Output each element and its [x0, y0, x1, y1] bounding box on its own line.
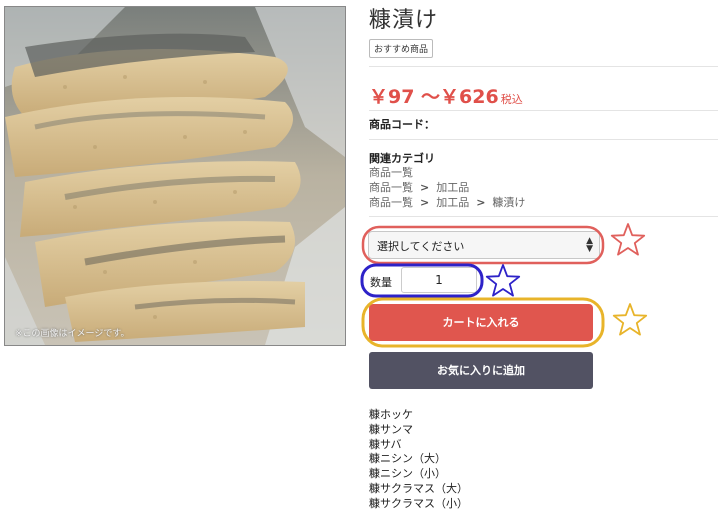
quantity-input[interactable]: 1: [401, 267, 477, 293]
related-product-link[interactable]: 糠ニシン（小）: [369, 467, 468, 482]
gold-star-icon: [612, 303, 648, 336]
recommended-badge: おすすめ商品: [369, 39, 434, 58]
category-link[interactable]: 加工品: [436, 196, 469, 209]
category-link[interactable]: 商品一覧: [369, 181, 413, 194]
related-product-link[interactable]: 糠サクラマス（大）: [369, 482, 468, 497]
image-note: ※この画像はイメージです。: [15, 329, 130, 339]
price: ￥97 ～￥626 税込: [369, 82, 523, 109]
add-to-cart-button[interactable]: カートに入れる: [369, 304, 593, 341]
related-product-link[interactable]: 糠ホッケ: [369, 408, 468, 423]
add-to-favorites-button[interactable]: お気に入りに追加: [369, 352, 593, 389]
select-value: 選択してください: [377, 240, 465, 253]
option-select[interactable]: 選択してください ▲ ▼: [368, 231, 600, 259]
category-link[interactable]: 商品一覧: [369, 166, 413, 179]
related-product-link[interactable]: 糠サバ: [369, 438, 468, 453]
related-products-list: 糠ホッケ 糠サンマ 糠サバ 糠ニシン（大） 糠ニシン（小） 糠サクラマス（大） …: [369, 408, 468, 512]
product-title: 糠漬け: [369, 8, 439, 33]
related-product-link[interactable]: 糠ニシン（大）: [369, 452, 468, 467]
select-arrow-icon: ▲ ▼: [586, 236, 593, 254]
tax-label: 税込: [500, 93, 523, 106]
quantity-label: 数量: [370, 276, 392, 289]
breadcrumb-separator: >: [420, 196, 430, 209]
product-image: ※この画像はイメージです。: [4, 6, 346, 346]
category-path-1: 商品一覧: [369, 164, 413, 180]
product-code-label: 商品コード：: [369, 118, 435, 131]
blue-star-icon: [485, 264, 521, 297]
category-link[interactable]: 加工品: [436, 181, 469, 194]
divider: [369, 110, 718, 111]
related-product-link[interactable]: 糠サクラマス（小）: [369, 497, 468, 512]
category-link[interactable]: 糠漬け: [492, 196, 525, 209]
category-path-2: 商品一覧 > 加工品: [369, 179, 469, 195]
divider: [369, 139, 718, 140]
divider: [369, 66, 718, 67]
divider: [369, 216, 718, 217]
category-path-3: 商品一覧 > 加工品 > 糠漬け: [369, 194, 525, 210]
breadcrumb-separator: >: [420, 181, 430, 194]
price-range: ￥97 ～￥626: [369, 86, 499, 108]
red-star-icon: [610, 223, 646, 256]
breadcrumb-separator: >: [476, 196, 486, 209]
category-link[interactable]: 商品一覧: [369, 196, 413, 209]
related-product-link[interactable]: 糠サンマ: [369, 423, 468, 438]
